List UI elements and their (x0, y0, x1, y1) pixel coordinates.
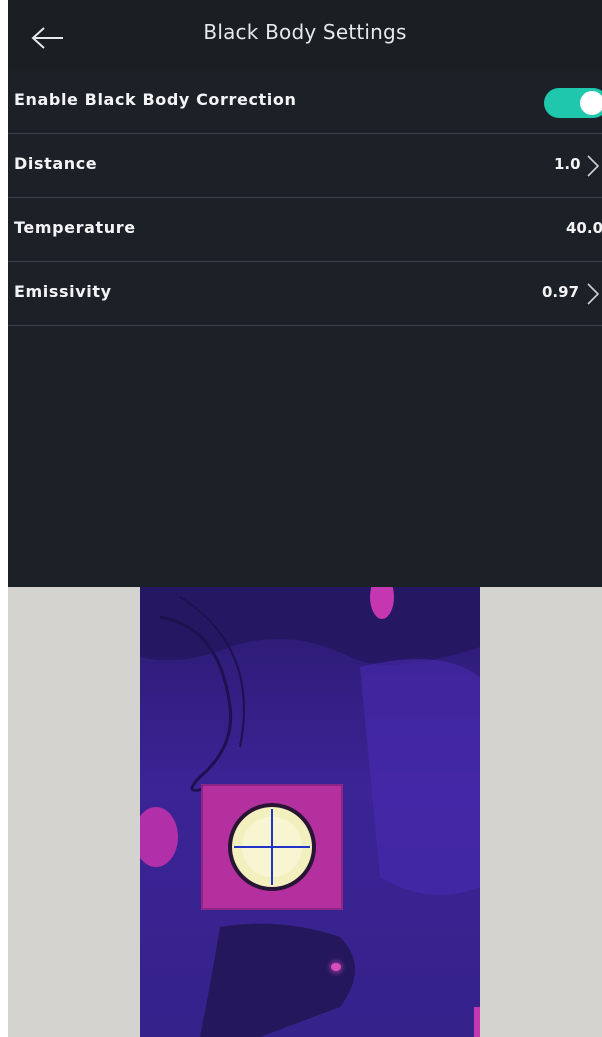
distance-label: Distance (14, 154, 98, 173)
settings-list: Enable Black Body Correction Distance 1.… (8, 70, 602, 326)
thermal-image (140, 587, 480, 1037)
chevron-right-icon (587, 155, 600, 177)
enable-correction-label: Enable Black Body Correction (14, 90, 297, 109)
black-body-settings-screen: Black Body Settings Enable Black Body Co… (8, 0, 602, 1037)
thermal-preview-area (8, 587, 602, 1037)
temperature-label: Temperature (14, 218, 136, 237)
enable-correction-toggle[interactable] (544, 88, 602, 118)
temperature-row[interactable]: Temperature 40.0 (8, 198, 602, 262)
temperature-value: 40.0 (566, 219, 602, 237)
thermal-camera-view (140, 587, 480, 1037)
emissivity-value: 0.97 (542, 283, 580, 301)
emissivity-label: Emissivity (14, 282, 112, 301)
page-title: Black Body Settings (203, 20, 407, 44)
emissivity-row[interactable]: Emissivity 0.97 (8, 262, 602, 326)
toggle-knob (580, 91, 602, 115)
distance-row[interactable]: Distance 1.0 (8, 134, 602, 198)
enable-black-body-correction-row: Enable Black Body Correction (8, 70, 602, 134)
distance-value: 1.0 (554, 155, 581, 173)
chevron-right-icon (587, 283, 600, 305)
app-header: Black Body Settings (8, 0, 602, 70)
